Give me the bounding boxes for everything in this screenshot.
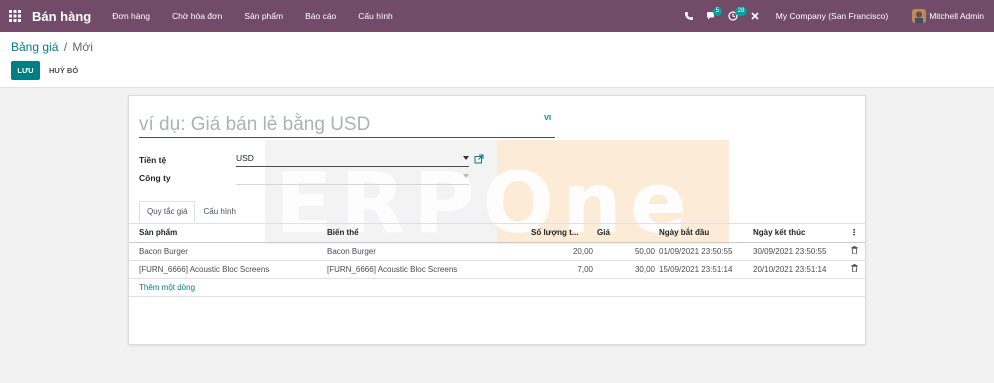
company-switcher[interactable]: My Company (San Francisco) [776, 11, 888, 21]
chevron-down-icon [463, 174, 469, 178]
user-name: Mitchell Admin [929, 11, 984, 21]
company-label: Công ty [139, 173, 171, 183]
clock-icon[interactable]: 28 [722, 0, 748, 32]
main-menu: Đơn hàng Chờ hóa đơn Sản phẩm Báo cáo Cấ… [101, 11, 404, 21]
cell-price[interactable]: 30,00 [595, 260, 657, 279]
menu-reporting[interactable]: Báo cáo [294, 11, 347, 21]
currency-value: USD [236, 153, 254, 163]
menu-configuration[interactable]: Cấu hình [347, 11, 404, 21]
app-title[interactable]: Bán hàng [32, 9, 91, 24]
col-min-quantity[interactable]: Số lượng t... [529, 224, 595, 243]
table-header-row: Sản phẩm Biến thể Số lượng t... Giá Ngày… [129, 224, 865, 243]
breadcrumb-separator: / [63, 40, 68, 54]
col-date-end[interactable]: Ngày kết thúc [751, 224, 843, 243]
notebook-tabs: Quy tắc giá Cấu hình [139, 201, 244, 223]
add-line-link[interactable]: Thêm một dòng [139, 283, 195, 292]
menu-orders[interactable]: Đơn hàng [101, 11, 161, 21]
col-date-start[interactable]: Ngày bắt đầu [657, 224, 751, 243]
navbar-systray: 5 28 My Company (San Francisco) Mitchell… [678, 0, 994, 32]
cell-product[interactable]: [FURN_6666] Acoustic Bloc Screens [129, 260, 325, 279]
menu-products[interactable]: Sản phẩm [233, 11, 294, 21]
table-row[interactable]: Bacon Burger Bacon Burger 20,00 50,00 01… [129, 242, 865, 261]
avatar [912, 9, 927, 23]
top-navbar: Bán hàng Đơn hàng Chờ hóa đơn Sản phẩm B… [0, 0, 994, 32]
discard-button[interactable]: HUỶ BỎ [46, 61, 81, 80]
cell-min-quantity[interactable]: 20,00 [529, 242, 595, 261]
tab-configuration[interactable]: Cấu hình [195, 201, 243, 223]
apps-menu-icon[interactable] [0, 0, 30, 32]
breadcrumb: Bảng giá / Mới [11, 40, 93, 54]
chevron-down-icon [463, 156, 469, 160]
currency-select[interactable]: USD [236, 153, 469, 167]
delete-row-button[interactable] [843, 242, 865, 261]
cell-date-start[interactable]: 01/09/2021 23:50:55 [657, 242, 751, 261]
cell-date-end[interactable]: 30/09/2021 23:50:55 [751, 242, 843, 261]
cell-price[interactable]: 50,00 [595, 242, 657, 261]
cell-product[interactable]: Bacon Burger [129, 242, 325, 261]
close-icon[interactable] [744, 0, 766, 32]
save-button[interactable]: LƯU [11, 61, 40, 80]
company-select[interactable] [236, 171, 469, 185]
external-link-icon[interactable] [474, 154, 484, 164]
form-sheet: ERPOne ví dụ: Giá bán lẻ bằng USD VI Tiề… [128, 95, 866, 345]
user-menu[interactable]: Mitchell Admin [912, 9, 984, 23]
chat-icon[interactable]: 5 [700, 0, 723, 32]
control-panel: Bảng giá / Mới LƯU HUỶ BỎ [0, 32, 994, 88]
menu-to-invoice[interactable]: Chờ hóa đơn [161, 11, 233, 21]
cell-min-quantity[interactable]: 7,00 [529, 260, 595, 279]
delete-row-button[interactable] [843, 260, 865, 279]
language-button[interactable]: VI [544, 113, 551, 122]
col-variant[interactable]: Biến thể [325, 224, 529, 243]
trash-icon [851, 246, 857, 254]
phone-icon[interactable] [678, 0, 700, 32]
cell-date-end[interactable]: 20/10/2021 23:51:14 [751, 260, 843, 279]
currency-label: Tiền tệ [139, 155, 167, 165]
col-price[interactable]: Giá [595, 224, 657, 243]
breadcrumb-current: Mới [72, 40, 93, 54]
price-rules-table: Sản phẩm Biến thể Số lượng t... Giá Ngày… [129, 224, 865, 297]
add-line-row: Thêm một dòng [129, 278, 865, 297]
pricelist-name-input[interactable]: ví dụ: Giá bán lẻ bằng USD [139, 112, 555, 138]
cell-variant[interactable]: [FURN_6666] Acoustic Bloc Screens [325, 260, 529, 279]
table-row[interactable]: [FURN_6666] Acoustic Bloc Screens [FURN_… [129, 260, 865, 279]
cell-date-start[interactable]: 15/09/2021 23:51:14 [657, 260, 751, 279]
column-options-icon[interactable]: ⋮ [843, 224, 865, 243]
trash-icon [851, 264, 857, 272]
tab-price-rules[interactable]: Quy tắc giá [139, 201, 196, 223]
col-product[interactable]: Sản phẩm [129, 224, 325, 243]
cell-variant[interactable]: Bacon Burger [325, 242, 529, 261]
messages-badge: 5 [712, 7, 723, 16]
breadcrumb-pricelists[interactable]: Bảng giá [11, 40, 58, 54]
